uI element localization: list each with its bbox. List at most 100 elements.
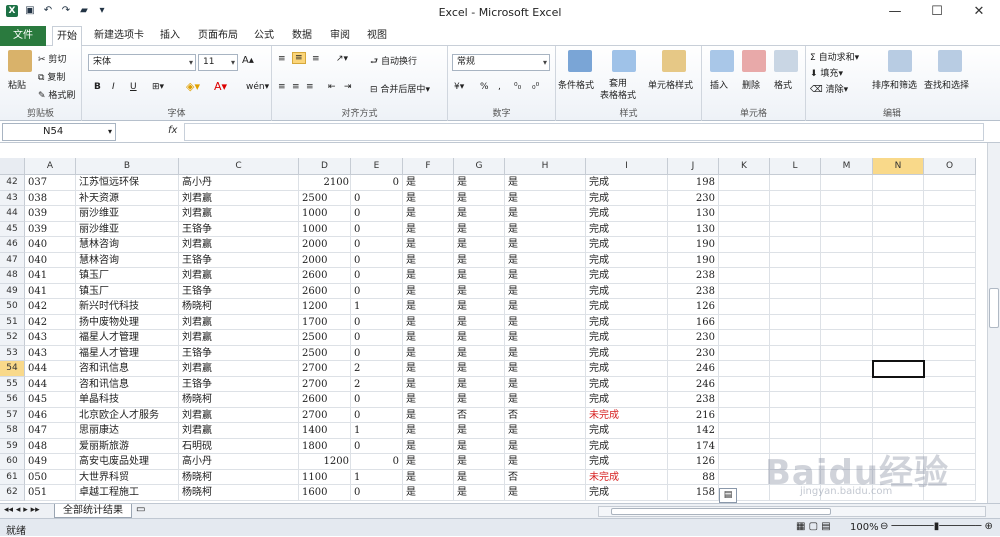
cell-N43[interactable] bbox=[873, 190, 924, 206]
bottom-align-icon[interactable]: ≡ bbox=[312, 54, 320, 64]
cell-G52[interactable]: 是 bbox=[454, 330, 505, 346]
cell-D54[interactable]: 2700 bbox=[299, 361, 351, 377]
cell-M57[interactable] bbox=[821, 407, 873, 423]
sheet-nav-icon[interactable]: ◂◂ ◂ ▸ ▸▸ bbox=[4, 505, 40, 515]
cell-J60[interactable]: 126 bbox=[668, 454, 719, 470]
cell-J47[interactable]: 190 bbox=[668, 252, 719, 268]
tab-insert[interactable]: 插入 bbox=[156, 26, 184, 46]
cell-L47[interactable] bbox=[770, 252, 821, 268]
cell-K61[interactable] bbox=[719, 469, 770, 485]
cell-J56[interactable]: 238 bbox=[668, 392, 719, 408]
cell-M42[interactable] bbox=[821, 175, 873, 191]
row-header-57[interactable]: 57 bbox=[0, 407, 25, 423]
cell-M51[interactable] bbox=[821, 314, 873, 330]
cut-button[interactable]: ✂ 剪切 bbox=[38, 52, 66, 65]
column-header-H[interactable]: H bbox=[505, 158, 586, 175]
cell-B56[interactable]: 单晶科技 bbox=[76, 392, 179, 408]
cell-E52[interactable]: 0 bbox=[351, 330, 403, 346]
cell-C44[interactable]: 刘君赢 bbox=[179, 206, 299, 222]
cell-I44[interactable]: 完成 bbox=[586, 206, 668, 222]
column-header-I[interactable]: I bbox=[586, 158, 668, 175]
cell-M45[interactable] bbox=[821, 221, 873, 237]
cell-H51[interactable]: 是 bbox=[505, 314, 586, 330]
cell-L48[interactable] bbox=[770, 268, 821, 284]
cell-H50[interactable]: 是 bbox=[505, 299, 586, 315]
cell-D55[interactable]: 2700 bbox=[299, 376, 351, 392]
middle-align-icon[interactable]: ≡ bbox=[292, 52, 306, 64]
cell-E61[interactable]: 1 bbox=[351, 469, 403, 485]
cell-N45[interactable] bbox=[873, 221, 924, 237]
cell-A54[interactable]: 044 bbox=[25, 361, 76, 377]
cell-G48[interactable]: 是 bbox=[454, 268, 505, 284]
cell-C50[interactable]: 杨晓柯 bbox=[179, 299, 299, 315]
cell-C54[interactable]: 刘君赢 bbox=[179, 361, 299, 377]
cell-D47[interactable]: 2000 bbox=[299, 252, 351, 268]
underline-button[interactable]: U bbox=[130, 82, 137, 92]
cell-G53[interactable]: 是 bbox=[454, 345, 505, 361]
cell-O50[interactable] bbox=[924, 299, 976, 315]
find-select-icon[interactable] bbox=[938, 50, 962, 72]
cell-A49[interactable]: 041 bbox=[25, 283, 76, 299]
currency-icon[interactable]: ¥▾ bbox=[454, 82, 464, 92]
font-size-select[interactable]: 11 bbox=[198, 54, 238, 71]
cell-N49[interactable] bbox=[873, 283, 924, 299]
row-header-43[interactable]: 43 bbox=[0, 190, 25, 206]
cell-K59[interactable] bbox=[719, 438, 770, 454]
column-header-N[interactable]: N bbox=[873, 158, 924, 175]
autosum-button[interactable]: Σ 自动求和▾ bbox=[810, 50, 859, 63]
cell-L54[interactable] bbox=[770, 361, 821, 377]
cell-A60[interactable]: 049 bbox=[25, 454, 76, 470]
row-header-51[interactable]: 51 bbox=[0, 314, 25, 330]
cell-O49[interactable] bbox=[924, 283, 976, 299]
cell-G62[interactable]: 是 bbox=[454, 485, 505, 501]
phonetic-button[interactable]: wén▾ bbox=[246, 82, 269, 92]
cell-K52[interactable] bbox=[719, 330, 770, 346]
name-box[interactable]: N54 bbox=[2, 123, 116, 141]
cell-O43[interactable] bbox=[924, 190, 976, 206]
cell-D53[interactable]: 2500 bbox=[299, 345, 351, 361]
cell-M53[interactable] bbox=[821, 345, 873, 361]
cell-I58[interactable]: 完成 bbox=[586, 423, 668, 439]
cell-O58[interactable] bbox=[924, 423, 976, 439]
cell-H61[interactable]: 否 bbox=[505, 469, 586, 485]
cell-I50[interactable]: 完成 bbox=[586, 299, 668, 315]
cell-B59[interactable]: 爱丽斯旅游 bbox=[76, 438, 179, 454]
row-header-46[interactable]: 46 bbox=[0, 237, 25, 253]
font-color-icon[interactable]: A▾ bbox=[214, 80, 227, 93]
cell-H48[interactable]: 是 bbox=[505, 268, 586, 284]
cell-B58[interactable]: 思丽康达 bbox=[76, 423, 179, 439]
column-header-B[interactable]: B bbox=[76, 158, 179, 175]
new-sheet-icon[interactable]: ▭ bbox=[136, 504, 145, 515]
formula-input[interactable] bbox=[184, 123, 984, 141]
cell-N57[interactable] bbox=[873, 407, 924, 423]
row-header-50[interactable]: 50 bbox=[0, 299, 25, 315]
cell-E57[interactable]: 0 bbox=[351, 407, 403, 423]
cell-A56[interactable]: 045 bbox=[25, 392, 76, 408]
cell-K51[interactable] bbox=[719, 314, 770, 330]
cell-K42[interactable] bbox=[719, 175, 770, 191]
cell-K45[interactable] bbox=[719, 221, 770, 237]
cell-F60[interactable]: 是 bbox=[403, 454, 454, 470]
row-header-53[interactable]: 53 bbox=[0, 345, 25, 361]
row-header-42[interactable]: 42 bbox=[0, 175, 25, 191]
row-header-54[interactable]: 54 bbox=[0, 361, 25, 377]
cell-E62[interactable]: 0 bbox=[351, 485, 403, 501]
cell-E58[interactable]: 1 bbox=[351, 423, 403, 439]
cell-M52[interactable] bbox=[821, 330, 873, 346]
cell-G61[interactable]: 是 bbox=[454, 469, 505, 485]
cell-A42[interactable]: 037 bbox=[25, 175, 76, 191]
cell-A48[interactable]: 041 bbox=[25, 268, 76, 284]
cell-B51[interactable]: 扬中废物处理 bbox=[76, 314, 179, 330]
cell-I56[interactable]: 完成 bbox=[586, 392, 668, 408]
cell-M43[interactable] bbox=[821, 190, 873, 206]
cell-N52[interactable] bbox=[873, 330, 924, 346]
cell-A47[interactable]: 040 bbox=[25, 252, 76, 268]
cell-A53[interactable]: 043 bbox=[25, 345, 76, 361]
column-header-D[interactable]: D bbox=[299, 158, 351, 175]
cell-O44[interactable] bbox=[924, 206, 976, 222]
cell-B53[interactable]: 福星人才管理 bbox=[76, 345, 179, 361]
cell-I43[interactable]: 完成 bbox=[586, 190, 668, 206]
cell-F57[interactable]: 是 bbox=[403, 407, 454, 423]
align-left-icon[interactable]: ≡ bbox=[278, 82, 286, 92]
cell-C60[interactable]: 高小丹 bbox=[179, 454, 299, 470]
